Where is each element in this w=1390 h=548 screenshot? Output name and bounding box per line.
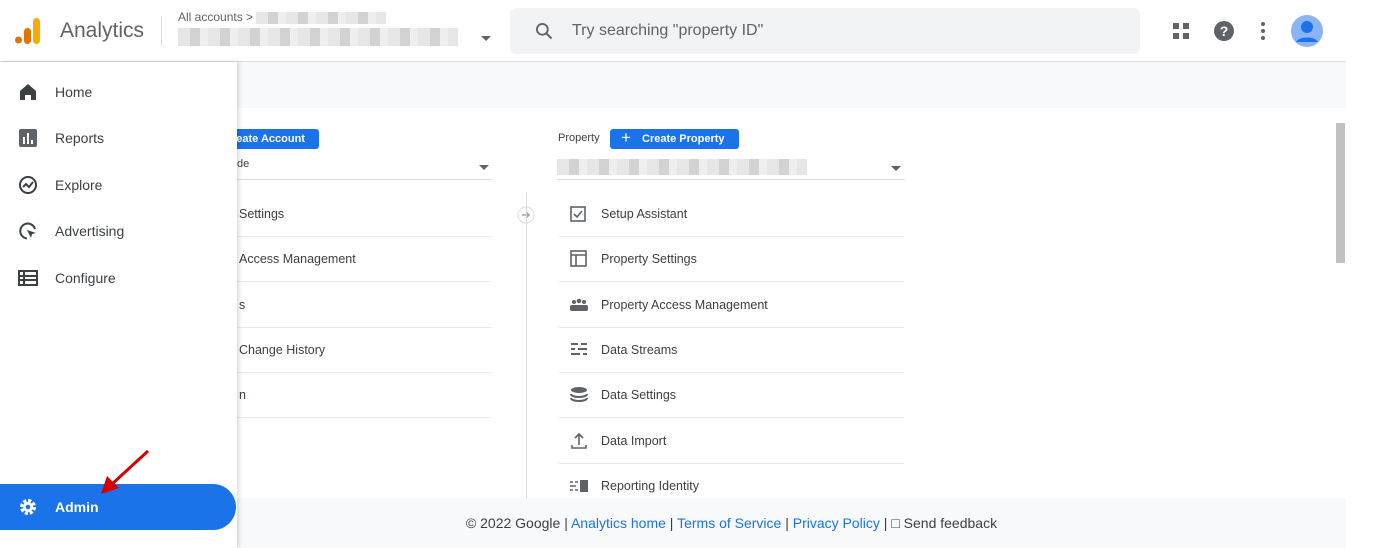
privacy-link[interactable]: Privacy Policy — [793, 515, 880, 531]
search-icon — [536, 23, 553, 40]
property-menu-item[interactable]: Data Import — [559, 419, 904, 464]
scrollbar[interactable] — [1336, 123, 1345, 263]
breadcrumb[interactable]: All accounts > — [178, 10, 387, 24]
chevron-down-icon — [479, 165, 489, 170]
property-settings-icon — [570, 250, 587, 268]
copyright: © 2022 Google | — [465, 515, 568, 531]
property-selector-dropdown[interactable] — [557, 158, 905, 180]
menu-item-label: Setup Assistant — [601, 207, 688, 221]
checklist-icon — [570, 206, 586, 222]
menu-item-label: Settings — [239, 207, 285, 221]
chevron-down-icon[interactable] — [481, 36, 491, 41]
account-menu-item[interactable]: Change History — [237, 328, 492, 373]
bar-chart-icon — [19, 129, 37, 147]
account-selected: de — [237, 158, 250, 170]
avatar[interactable] — [1290, 14, 1324, 48]
property-label: Property — [558, 132, 600, 144]
chevron-down-icon — [891, 166, 901, 171]
menu-item-label: s — [239, 297, 246, 312]
blurred-property — [557, 158, 807, 175]
footer: © 2022 Google | Analytics home | Terms o… — [237, 498, 1346, 548]
create-property-label: Create Property — [642, 133, 725, 145]
explore-icon — [19, 176, 37, 194]
menu-item-label: Property Access Management — [601, 297, 768, 312]
sidebar-item-label: Admin — [55, 499, 99, 515]
menu-item-label: Data Import — [601, 433, 667, 448]
sidebar-item-configure[interactable]: Configure — [0, 258, 237, 298]
svg-text:?: ? — [1220, 23, 1229, 39]
data-streams-icon — [571, 342, 587, 355]
search-input[interactable]: Try searching "property ID" — [510, 8, 1140, 54]
menu-item-label: n — [239, 388, 246, 403]
menu-item-label: Data Streams — [601, 342, 678, 357]
menu-item-label: Data Settings — [601, 388, 677, 403]
blurred-account-name — [256, 11, 387, 24]
menu-item-label: Reporting Identity — [601, 479, 699, 494]
breadcrumb-all-accounts[interactable]: All accounts > — [178, 10, 253, 24]
property-menu-item[interactable]: Data Streams — [559, 328, 904, 373]
property-menu-item[interactable]: Property Settings — [559, 237, 904, 283]
sidebar-item-label: Explore — [55, 177, 103, 193]
create-property-button[interactable]: + Create Property — [610, 128, 739, 149]
advertising-icon — [19, 222, 36, 240]
column-divider — [526, 192, 527, 498]
property-menu-item[interactable]: Property Access Management — [559, 283, 904, 328]
sidebar-item-reports[interactable]: Reports — [0, 118, 237, 158]
sidebar-item-advertising[interactable]: Advertising — [0, 211, 237, 251]
admin-header-bar — [237, 62, 1346, 108]
sidebar-item-label: Configure — [55, 270, 116, 286]
separator: | — [785, 515, 789, 531]
divider — [161, 16, 162, 46]
home-icon — [20, 84, 36, 100]
account-menu-item[interactable]: s — [237, 283, 492, 328]
sidebar-item-explore[interactable]: Explore — [0, 165, 237, 205]
property-menu-item[interactable]: Setup Assistant — [559, 192, 904, 237]
send-feedback-button[interactable]: □ Send feedback — [891, 515, 997, 531]
terms-link[interactable]: Terms of Service — [677, 515, 781, 531]
search-placeholder: Try searching "property ID" — [572, 22, 764, 39]
plus-icon: + — [621, 128, 631, 147]
database-icon — [570, 387, 588, 403]
account-menu-item[interactable]: n — [237, 373, 492, 419]
apps-grid-icon[interactable] — [1172, 22, 1190, 40]
menu-item-label: Access Management — [239, 252, 356, 267]
reporting-identity-icon — [570, 480, 588, 493]
separator: | — [883, 515, 888, 531]
list-icon — [18, 270, 38, 286]
brand-name: Analytics — [60, 19, 145, 42]
gear-icon — [20, 499, 36, 515]
sidebar-item-home[interactable]: Home — [0, 72, 237, 112]
menu-item-label: Property Settings — [601, 252, 697, 267]
more-vert-icon[interactable] — [1260, 21, 1266, 41]
account-menu-item[interactable]: Access Management — [237, 237, 492, 283]
send-feedback-label: Send feedback — [903, 515, 998, 531]
people-icon — [570, 298, 588, 311]
sidebar-item-label: Reports — [55, 130, 105, 146]
top-bar: Analytics All accounts > Try searching "… — [0, 0, 1346, 62]
property-menu-item[interactable]: Data Settings — [559, 373, 904, 419]
account-selector-dropdown[interactable]: de — [237, 158, 492, 180]
account-menu-item[interactable]: Settings — [237, 192, 492, 237]
red-arrow-annotation — [101, 449, 150, 494]
account-selector[interactable] — [178, 28, 458, 46]
analytics-home-link[interactable]: Analytics home — [571, 515, 666, 531]
menu-item-label: Change History — [239, 342, 326, 357]
blurred-property-name — [178, 28, 458, 46]
separator: | — [669, 515, 674, 531]
help-icon[interactable]: ? — [1213, 20, 1235, 42]
sidebar-item-label: Advertising — [55, 223, 125, 239]
analytics-logo-icon[interactable] — [14, 16, 42, 44]
upload-icon — [571, 432, 587, 449]
sidebar-item-label: Home — [55, 84, 93, 100]
